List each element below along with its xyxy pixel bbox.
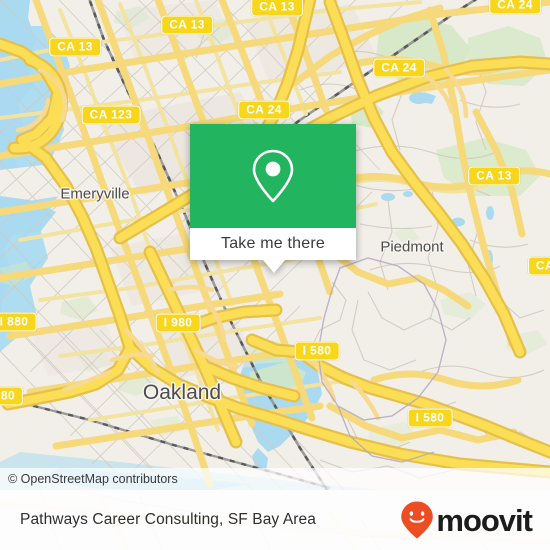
highway-shield-i580-a: I 580 [294, 341, 340, 361]
highway-shield-ca24-b: CA 24 [373, 58, 425, 78]
callout-header [190, 124, 356, 228]
highway-shield-ca13-c: CA 13 [251, 0, 303, 17]
highway-shield-i880: I 880 [0, 312, 37, 332]
place-title: Pathways Career Consulting, SF Bay Area [20, 511, 316, 528]
moovit-pin-icon [401, 501, 434, 539]
moovit-logo[interactable]: moovit [400, 500, 533, 540]
take-me-there-label: Take me there [221, 235, 325, 252]
map-pin-icon [252, 149, 294, 203]
highway-shield-i80-edge: 80 [0, 386, 24, 406]
highway-shield-i580-b: I 580 [407, 408, 453, 428]
moovit-wordmark: moovit [436, 502, 533, 538]
highway-shield-ca13-b: CA 13 [161, 15, 213, 35]
highway-shield-ca24-a: CA 24 [238, 100, 290, 120]
highway-shield-ca13-a: CA 13 [49, 37, 101, 57]
callout-action[interactable]: Take me there [190, 228, 356, 260]
map-attribution[interactable]: © OpenStreetMap contributors [0, 468, 550, 490]
highway-shield-ca24-c: CA 24 [489, 0, 541, 15]
highway-shield-ca13-d: CA 13 [468, 166, 520, 186]
highway-shield-ca123: CA 123 [81, 105, 141, 125]
map-canvas[interactable]: Emeryville Oakland Piedmont CA 13 CA 13 … [0, 0, 550, 550]
highway-shield-ca-edge: CA [527, 256, 550, 276]
callout-pointer-tail [263, 260, 285, 273]
highway-shield-i980: I 980 [155, 313, 201, 333]
screenshot-root: Emeryville Oakland Piedmont CA 13 CA 13 … [0, 0, 550, 550]
location-callout-card[interactable]: Take me there [190, 124, 356, 273]
footer-bar: Pathways Career Consulting, SF Bay Area … [0, 490, 550, 550]
